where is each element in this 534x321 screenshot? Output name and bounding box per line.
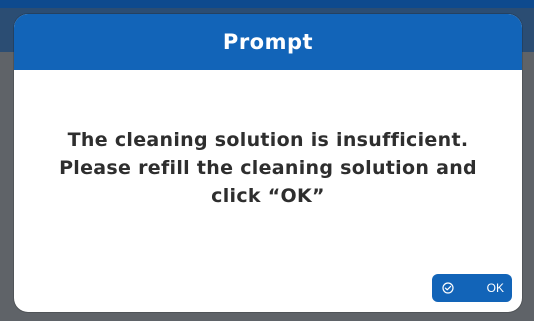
ok-button[interactable]: OK xyxy=(432,274,512,302)
ok-button-label: OK xyxy=(486,281,504,295)
dialog-message: The cleaning solution is insufficient. P… xyxy=(14,126,522,210)
message-line: Please refill the cleaning solution and xyxy=(59,157,477,179)
message-line: The cleaning solution is insufficient. xyxy=(67,129,469,151)
dialog-header: Prompt xyxy=(14,14,522,70)
message-line: click “OK” xyxy=(211,185,325,207)
dialog-title: Prompt xyxy=(222,30,314,54)
prompt-dialog: Prompt The cleaning solution is insuffic… xyxy=(14,14,522,312)
check-circle-icon xyxy=(441,282,454,295)
